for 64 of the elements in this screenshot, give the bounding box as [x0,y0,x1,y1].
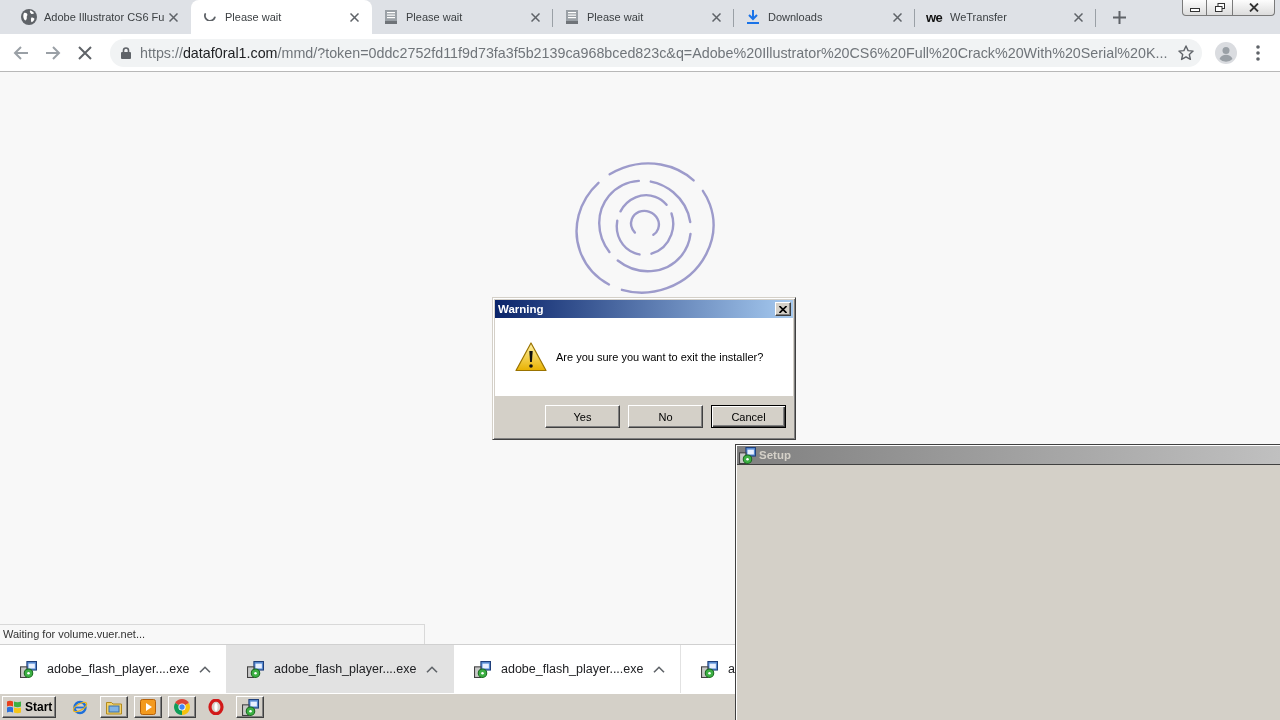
dialog-button[interactable]: No [628,405,703,428]
close-icon [779,305,787,313]
browser-logo-icon[interactable] [72,699,88,715]
dialog-button[interactable]: Yes [545,405,620,428]
spinner-icon [574,162,716,294]
dialog-close-button[interactable] [775,302,791,316]
taskbar-button[interactable] [134,696,162,718]
document-icon [566,10,578,24]
browser-tab[interactable]: Please wait [372,0,553,34]
restore-button[interactable] [1207,0,1233,16]
document-icon [385,10,397,24]
url-text: https://dataf0ral1.com/mmd/?token=0ddc2752fd11f9d73fa3f5b2139ca968bced823c&q=Adobe%20Illustrator%20CS6%20Full%20Crack%20With%20Serial%20K... [140,44,1169,61]
close-icon[interactable] [531,12,540,22]
close-icon[interactable] [169,12,178,22]
taskbar-button[interactable] [100,696,128,718]
close-icon[interactable] [1074,12,1083,22]
back-icon[interactable] [13,44,29,61]
play-icon [140,699,156,715]
setup-package-icon [241,698,259,716]
chevron-up-icon[interactable] [653,665,666,673]
avatar-icon[interactable] [1215,41,1237,64]
globe-icon [21,9,37,25]
plus-icon[interactable] [1113,10,1126,24]
taskbar-button[interactable] [168,696,196,718]
stop-icon[interactable] [77,44,93,61]
download-item[interactable]: adobe_flash_player....exe [227,645,454,693]
ring-logo-icon[interactable] [208,699,224,715]
forward-icon[interactable] [45,44,61,61]
restore-icon [1214,3,1225,12]
start-button[interactable]: Start [2,696,56,718]
browser-tab[interactable]: Downloads [734,0,915,34]
close-icon [1248,3,1259,12]
warning-icon [515,342,547,372]
browser-tab[interactable]: we WeTransfer [915,0,1096,34]
minimize-button[interactable] [1182,0,1207,16]
setup-package-icon [474,660,491,678]
close-icon[interactable] [893,12,902,22]
setup-package-icon [20,660,37,678]
close-icon[interactable] [712,12,721,22]
menu-icon[interactable] [1256,44,1260,61]
chevron-up-icon[interactable] [426,665,439,673]
download-icon [747,10,759,24]
browser-tab[interactable]: Please wait [553,0,734,34]
chevron-up-icon[interactable] [199,665,212,673]
close-icon[interactable] [350,12,359,22]
window-close-button[interactable] [1233,0,1275,16]
address-field[interactable]: https://dataf0ral1.com/mmd/?token=0ddc2752fd11f9d73fa3f5b2139ca968bced823c&q=Adobe%20Illustrator%20CS6%20Full%20Crack%20With%20Serial%20K... [110,38,1202,67]
setup-package-icon [247,660,264,678]
dialog-button[interactable]: Cancel [711,405,786,428]
loading-arc-icon [204,13,216,21]
folder-icon [106,699,122,715]
browser-tab[interactable]: Adobe Illustrator CS6 Fu [10,0,191,34]
dialog-message: Are you sure you want to exit the installer? [556,351,764,363]
browser-tab[interactable]: Please wait [191,0,372,34]
star-icon[interactable] [1178,44,1194,61]
site-logo: we [926,9,943,25]
status-text: Waiting for volume.vuer.net... [0,624,425,644]
setup-title: Setup [759,449,791,461]
wheel-logo-icon [174,699,190,715]
dialog-title: Warning [498,303,544,315]
lock-icon [121,46,131,59]
setup-package-icon [701,660,718,678]
taskbar-button[interactable] [236,696,264,718]
flag-icon [6,700,22,714]
